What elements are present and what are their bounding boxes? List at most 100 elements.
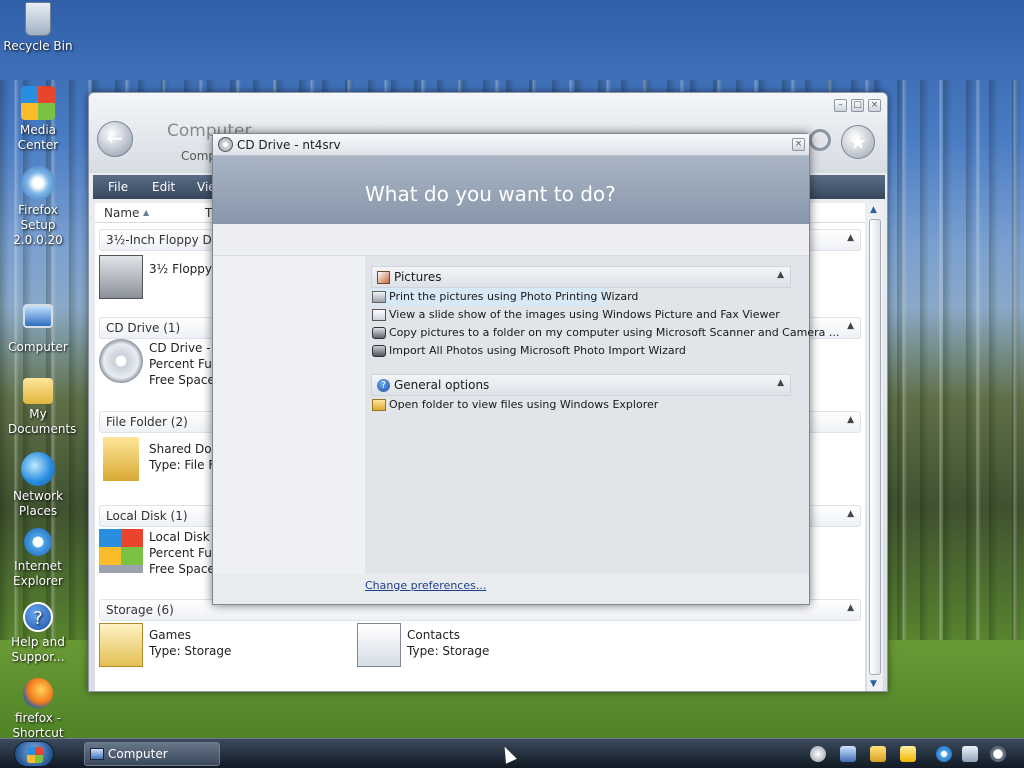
change-preferences-link[interactable]: Change preferences... — [365, 579, 486, 592]
notification-icon[interactable] — [870, 746, 886, 762]
contacts-storage-icon — [357, 623, 401, 667]
desktop-icon-help-support[interactable]: ? Help and Suppor... — [0, 602, 76, 665]
task-label: View a slide show of the images using Wi… — [389, 308, 780, 321]
import-camera-icon — [372, 345, 386, 357]
cd-drive-icon — [99, 339, 143, 383]
dialog-strip — [213, 224, 809, 256]
item-detail: Free Space: — [149, 562, 219, 576]
dialog-banner: What do you want to do? — [213, 156, 809, 224]
dialog-task-pane: Pictures ▲ Print the pictures using Phot… — [365, 256, 839, 574]
computer-icon — [90, 748, 104, 760]
search-icon[interactable] — [809, 129, 831, 151]
internet-explorer-icon — [24, 528, 52, 556]
group-title: CD Drive (1) — [106, 321, 181, 335]
collapse-icon: ▲ — [847, 233, 854, 243]
scroll-thumb[interactable] — [869, 219, 881, 675]
minimize-button[interactable]: – — [834, 99, 847, 112]
desktop-icon-label: Help and Suppor... — [11, 635, 65, 664]
power-icon[interactable] — [900, 746, 916, 762]
desktop-icon-media-center[interactable]: Media Center — [0, 86, 76, 153]
search-tray-icon[interactable] — [840, 746, 856, 762]
scroll-down-icon[interactable]: ▼ — [870, 679, 877, 689]
group-title: 3½-Inch Floppy Disk — [106, 233, 229, 247]
favorites-button[interactable]: ★ — [841, 125, 875, 159]
item-name: Games — [149, 628, 191, 642]
task-group-header[interactable]: ? General options ▲ — [371, 374, 791, 396]
window-controls: – □ × — [834, 99, 881, 112]
group-title: Local Disk (1) — [106, 509, 188, 523]
taskbar-button-label: Computer — [108, 747, 168, 761]
system-tray — [808, 741, 1024, 767]
floppy-drive-icon — [99, 255, 143, 299]
collapse-icon: ▲ — [777, 270, 784, 280]
task-copy-pictures[interactable]: Copy pictures to a folder on my computer… — [371, 324, 839, 342]
breadcrumb[interactable]: Comp — [181, 149, 216, 163]
task-slideshow[interactable]: View a slide show of the images using Wi… — [371, 306, 791, 324]
network-tray-icon[interactable] — [936, 746, 952, 762]
hard-disk-icon — [99, 529, 143, 573]
collapse-icon: ▲ — [847, 603, 854, 613]
task-label: Print the pictures using Photo Printing … — [389, 290, 639, 303]
item-detail: Type: Storage — [149, 644, 232, 658]
dialog-title: CD Drive - nt4srv — [237, 138, 341, 152]
task-import-photos[interactable]: Import All Photos using Microsoft Photo … — [371, 342, 791, 360]
task-group-pictures: Pictures ▲ Print the pictures using Phot… — [371, 266, 839, 360]
desktop-icon-firefox-shortcut[interactable]: firefox - Shortcut — [0, 678, 76, 741]
games-storage-icon — [99, 623, 143, 667]
desktop-icon-label: Internet Explorer — [13, 559, 63, 588]
task-label: Import All Photos using Microsoft Photo … — [389, 344, 686, 357]
firefox-icon — [23, 678, 53, 708]
menu-edit[interactable]: Edit — [152, 180, 175, 194]
desktop-icon-internet-explorer[interactable]: Internet Explorer — [0, 528, 76, 589]
desktop-icon-label: Media Center — [17, 123, 59, 152]
star-icon: ★ — [849, 130, 867, 154]
back-button[interactable]: ← — [97, 121, 133, 157]
dialog-close-button[interactable]: × — [792, 138, 805, 151]
slideshow-icon — [372, 309, 386, 321]
task-group-header[interactable]: Pictures ▲ — [371, 266, 791, 288]
task-print-pictures[interactable]: Print the pictures using Photo Printing … — [371, 288, 638, 306]
autoplay-dialog: CD Drive - nt4srv × What do you want to … — [212, 133, 839, 605]
clock-icon[interactable] — [990, 746, 1006, 762]
desktop-icon-computer[interactable]: Computer — [0, 304, 76, 355]
item-detail: Percent Full — [149, 357, 219, 371]
task-label: Copy pictures to a folder on my computer… — [389, 326, 840, 339]
question-icon: ? — [377, 379, 390, 392]
start-button[interactable] — [14, 741, 54, 767]
taskbar-button-computer[interactable]: Computer — [84, 742, 220, 766]
documents-folder-icon — [23, 378, 53, 404]
pictures-icon — [377, 271, 390, 284]
collapse-icon: ▲ — [777, 378, 784, 388]
scroll-up-icon[interactable]: ▲ — [870, 205, 877, 215]
network-icon — [21, 452, 55, 486]
desktop-icon-recycle-bin[interactable]: Recycle Bin — [0, 2, 76, 54]
item-detail: Percent Full — [149, 546, 219, 560]
desktop-icon-firefox-setup[interactable]: Firefox Setup 2.0.0.20 — [0, 166, 76, 248]
item-name: 3½ Floppy — [149, 262, 212, 276]
computer-icon — [23, 304, 53, 328]
folder-icon — [103, 437, 139, 481]
desktop-icon-label: My Documents — [8, 407, 77, 436]
item-name: Shared Doc — [149, 442, 219, 456]
collapse-icon: ▲ — [847, 415, 854, 425]
menu-file[interactable]: File — [108, 180, 128, 194]
collapse-icon: ▲ — [847, 509, 854, 519]
close-button[interactable]: × — [868, 99, 881, 112]
collapse-icon: ▲ — [847, 321, 854, 331]
desktop-icon-label: Recycle Bin — [3, 39, 73, 53]
desktop-icon-label: firefox - Shortcut — [12, 711, 64, 740]
desktop-icon-my-documents[interactable]: My Documents — [0, 378, 76, 437]
tray-orb-icon[interactable] — [810, 746, 826, 762]
task-open-folder[interactable]: Open folder to view files using Windows … — [371, 396, 791, 414]
installer-icon — [21, 166, 55, 200]
desktop-icon-network-places[interactable]: Network Places — [0, 452, 76, 519]
task-group-title: Pictures — [394, 270, 442, 284]
column-name[interactable]: Name — [104, 206, 139, 220]
windows-logo-icon — [27, 747, 43, 763]
display-tray-icon[interactable] — [962, 746, 978, 762]
printer-icon — [372, 291, 386, 303]
dialog-heading: What do you want to do? — [365, 182, 616, 206]
vertical-scrollbar[interactable]: ▲ ▼ — [867, 203, 883, 691]
task-group-title: General options — [394, 378, 490, 392]
maximize-button[interactable]: □ — [851, 99, 864, 112]
